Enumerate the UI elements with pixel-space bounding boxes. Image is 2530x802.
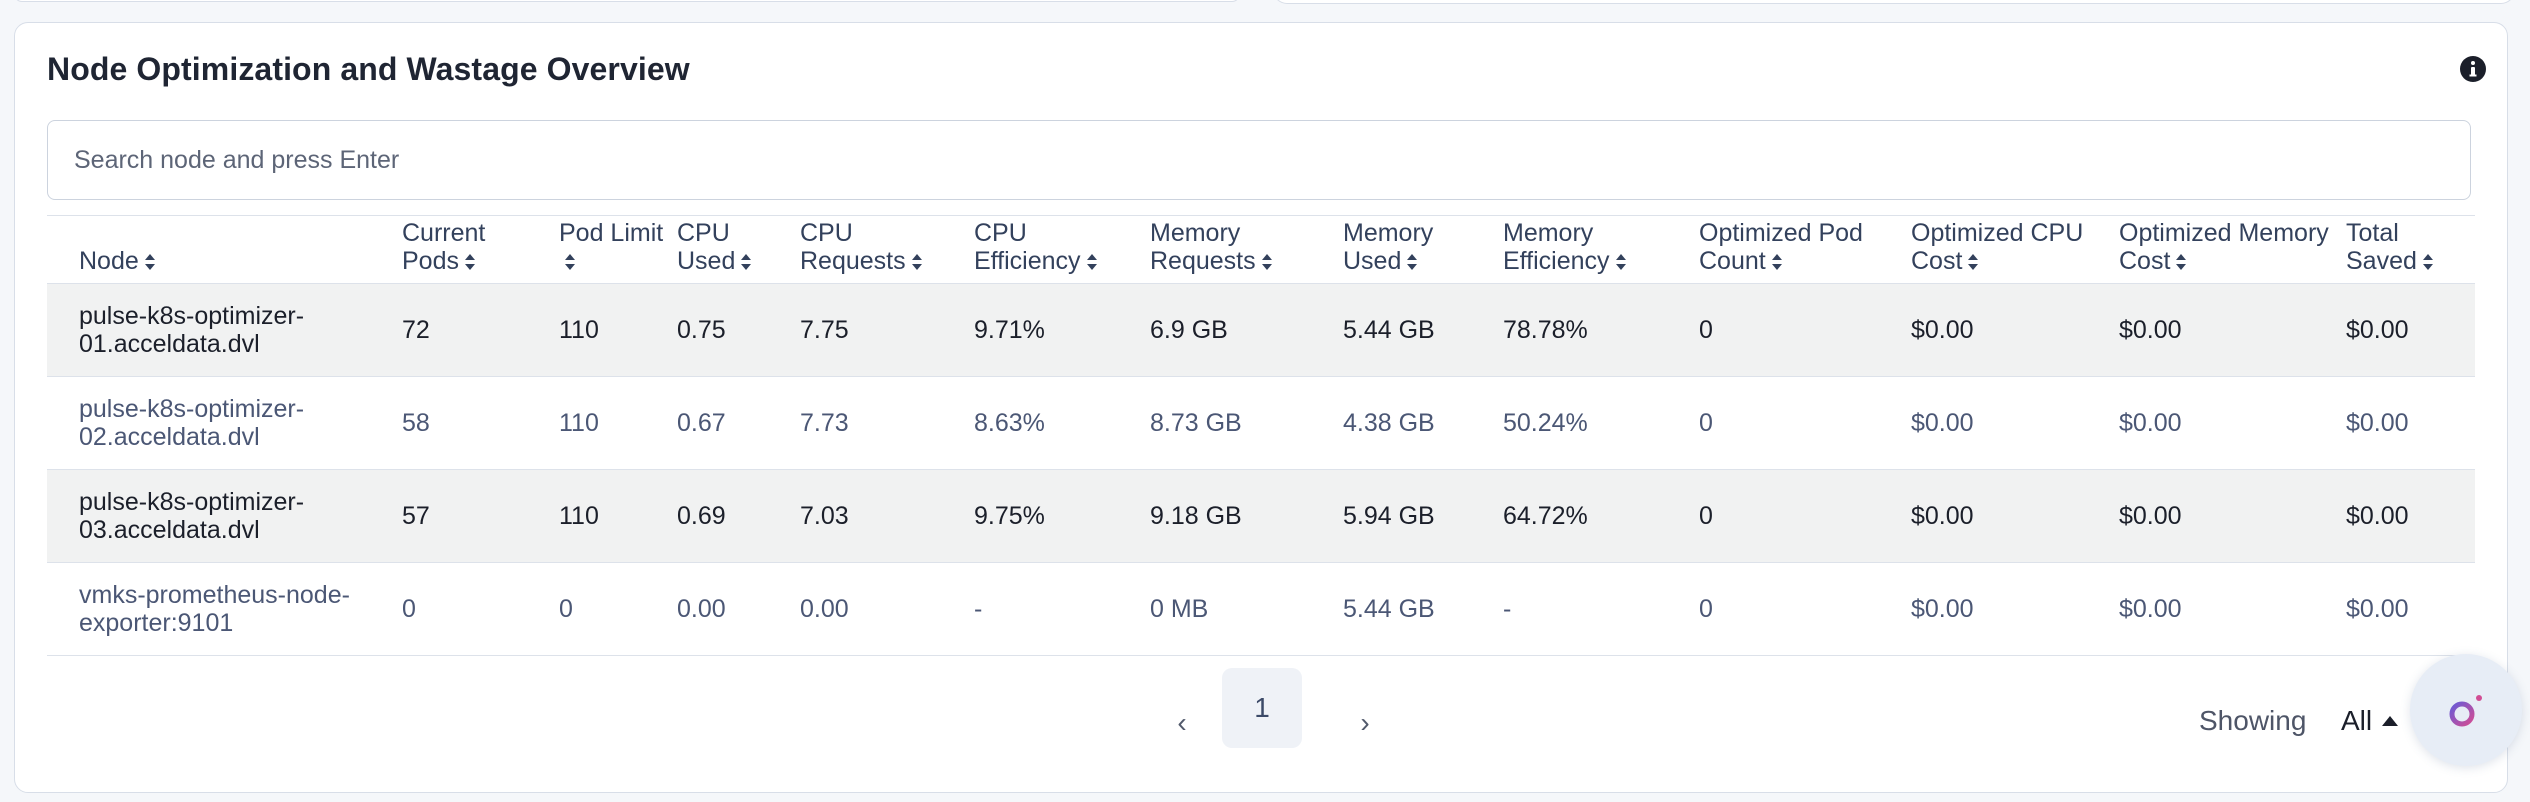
cell-memory-requests: 0 MB (1150, 595, 1209, 623)
assistant-logo-icon (2449, 695, 2482, 727)
cell-memory-efficiency: 50.24% (1503, 409, 1588, 437)
header-cpu-used[interactable]: CPU Used (677, 216, 800, 284)
cell-node: pulse-k8s-optimizer-02.acceldata.dvl (79, 395, 305, 451)
cell-optimized-memory-cost: $0.00 (2119, 409, 2182, 437)
cell-optimized-pod-count: 0 (1699, 502, 1713, 530)
search-node-input[interactable] (47, 120, 2471, 200)
sort-icon[interactable] (2175, 253, 2187, 271)
cell-total-saved: $0.00 (2346, 595, 2409, 623)
sort-icon[interactable] (740, 253, 752, 271)
cell-memory-requests: 9.18 GB (1150, 502, 1242, 530)
sort-icon[interactable] (911, 253, 923, 271)
header-memory-efficiency[interactable]: Memory Efficiency (1503, 216, 1699, 284)
sort-icon[interactable] (144, 253, 156, 271)
header-node[interactable]: Node (47, 216, 402, 284)
sort-icon[interactable] (1086, 253, 1098, 271)
info-icon[interactable] (2459, 55, 2487, 83)
cell-current-pods: 0 (402, 595, 416, 623)
showing-label: Showing (2199, 705, 2307, 736)
showing-select[interactable]: All (2341, 705, 2399, 737)
pagination-next-button[interactable]: › (1345, 703, 1385, 743)
cell-current-pods: 57 (402, 502, 430, 530)
cell-optimized-pod-count: 0 (1699, 409, 1713, 437)
sort-icon[interactable] (1967, 253, 1979, 271)
previous-card-right-edge (1273, 0, 2515, 4)
cell-memory-efficiency: 78.78% (1503, 316, 1588, 344)
cell-cpu-used: 0.75 (677, 316, 726, 344)
cell-node: pulse-k8s-optimizer-01.acceldata.dvl (79, 302, 305, 358)
cell-optimized-cpu-cost: $0.00 (1911, 409, 1974, 437)
cell-pod-limit: 110 (559, 316, 599, 344)
cell-cpu-requests: 7.73 (800, 409, 849, 437)
cell-total-saved: $0.00 (2346, 502, 2409, 530)
header-pod-limit[interactable]: Pod Limit (559, 216, 677, 284)
header-total-saved[interactable]: Total Saved (2346, 216, 2475, 284)
node-optimization-card: Node Optimization and Wastage Overview N… (14, 22, 2508, 793)
cell-memory-used: 5.44 GB (1343, 316, 1435, 344)
cell-optimized-memory-cost: $0.00 (2119, 316, 2182, 344)
cell-cpu-used: 0.00 (677, 595, 726, 623)
cell-memory-efficiency: - (1503, 595, 1512, 623)
sort-icon[interactable] (1406, 253, 1418, 271)
table-header-row: Node Current Pods Pod Limit CPU Used CPU… (47, 215, 2475, 284)
node-table: Node Current Pods Pod Limit CPU Used CPU… (47, 215, 2475, 656)
sort-icon[interactable] (1771, 253, 1783, 271)
cell-optimized-pod-count: 0 (1699, 316, 1713, 344)
pagination-prev-button[interactable]: ‹ (1162, 703, 1202, 743)
sort-icon[interactable] (1261, 253, 1273, 271)
header-current-pods[interactable]: Current Pods (402, 216, 559, 284)
cell-cpu-used: 0.67 (677, 409, 726, 437)
cell-memory-used: 5.94 GB (1343, 502, 1435, 530)
cell-pod-limit: 110 (559, 409, 599, 437)
header-cpu-requests[interactable]: CPU Requests (800, 216, 974, 284)
cell-node: vmks-prometheus-node-exporter:9101 (79, 581, 350, 637)
cell-memory-requests: 6.9 GB (1150, 316, 1228, 344)
cell-cpu-efficiency: 8.63% (974, 409, 1045, 437)
cell-pod-limit: 110 (559, 502, 599, 530)
cell-memory-used: 4.38 GB (1343, 409, 1435, 437)
header-optimized-cpu-cost[interactable]: Optimized CPU Cost (1911, 216, 2119, 284)
cell-optimized-pod-count: 0 (1699, 595, 1713, 623)
cell-node: pulse-k8s-optimizer-03.acceldata.dvl (79, 488, 305, 544)
previous-card-left-edge (14, 0, 1240, 2)
table-row: vmks-prometheus-node-exporter:9101 0 0 0… (47, 562, 2475, 656)
header-cpu-efficiency[interactable]: CPU Efficiency (974, 216, 1150, 284)
sort-icon[interactable] (464, 253, 476, 271)
cell-memory-used: 5.44 GB (1343, 595, 1435, 623)
assistant-chat-button[interactable] (2410, 654, 2522, 766)
cell-current-pods: 72 (402, 316, 430, 344)
caret-up-icon (2382, 716, 2399, 726)
cell-cpu-efficiency: 9.71% (974, 316, 1045, 344)
cell-cpu-requests: 0.00 (800, 595, 849, 623)
cell-optimized-cpu-cost: $0.00 (1911, 502, 1974, 530)
cell-cpu-requests: 7.03 (800, 502, 849, 530)
cell-optimized-cpu-cost: $0.00 (1911, 595, 1974, 623)
cell-total-saved: $0.00 (2346, 409, 2409, 437)
cell-optimized-memory-cost: $0.00 (2119, 502, 2182, 530)
sort-icon[interactable] (2422, 253, 2434, 271)
cell-optimized-cpu-cost: $0.00 (1911, 316, 1974, 344)
cell-pod-limit: 0 (559, 595, 573, 623)
cell-optimized-memory-cost: $0.00 (2119, 595, 2182, 623)
cell-cpu-efficiency: - (974, 595, 983, 623)
table-row: pulse-k8s-optimizer-02.acceldata.dvl 58 … (47, 376, 2475, 470)
header-memory-requests[interactable]: Memory Requests (1150, 216, 1343, 284)
cell-memory-efficiency: 64.72% (1503, 502, 1588, 530)
sort-icon[interactable] (1615, 253, 1627, 271)
sort-icon[interactable] (564, 253, 576, 271)
cell-cpu-requests: 7.75 (800, 316, 849, 344)
cell-cpu-efficiency: 9.75% (974, 502, 1045, 530)
showing-select-value: All (2341, 705, 2373, 736)
cell-current-pods: 58 (402, 409, 430, 437)
cell-total-saved: $0.00 (2346, 316, 2409, 344)
header-optimized-pod-count[interactable]: Optimized Pod Count (1699, 216, 1911, 284)
table-row: pulse-k8s-optimizer-01.acceldata.dvl 72 … (47, 283, 2475, 377)
table-row: pulse-k8s-optimizer-03.acceldata.dvl 57 … (47, 469, 2475, 563)
pagination-page-1[interactable]: 1 (1222, 668, 1302, 748)
card-title: Node Optimization and Wastage Overview (47, 51, 690, 87)
cell-cpu-used: 0.69 (677, 502, 726, 530)
cell-memory-requests: 8.73 GB (1150, 409, 1242, 437)
header-memory-used[interactable]: Memory Used (1343, 216, 1503, 284)
header-optimized-memory-cost[interactable]: Optimized Memory Cost (2119, 216, 2346, 284)
